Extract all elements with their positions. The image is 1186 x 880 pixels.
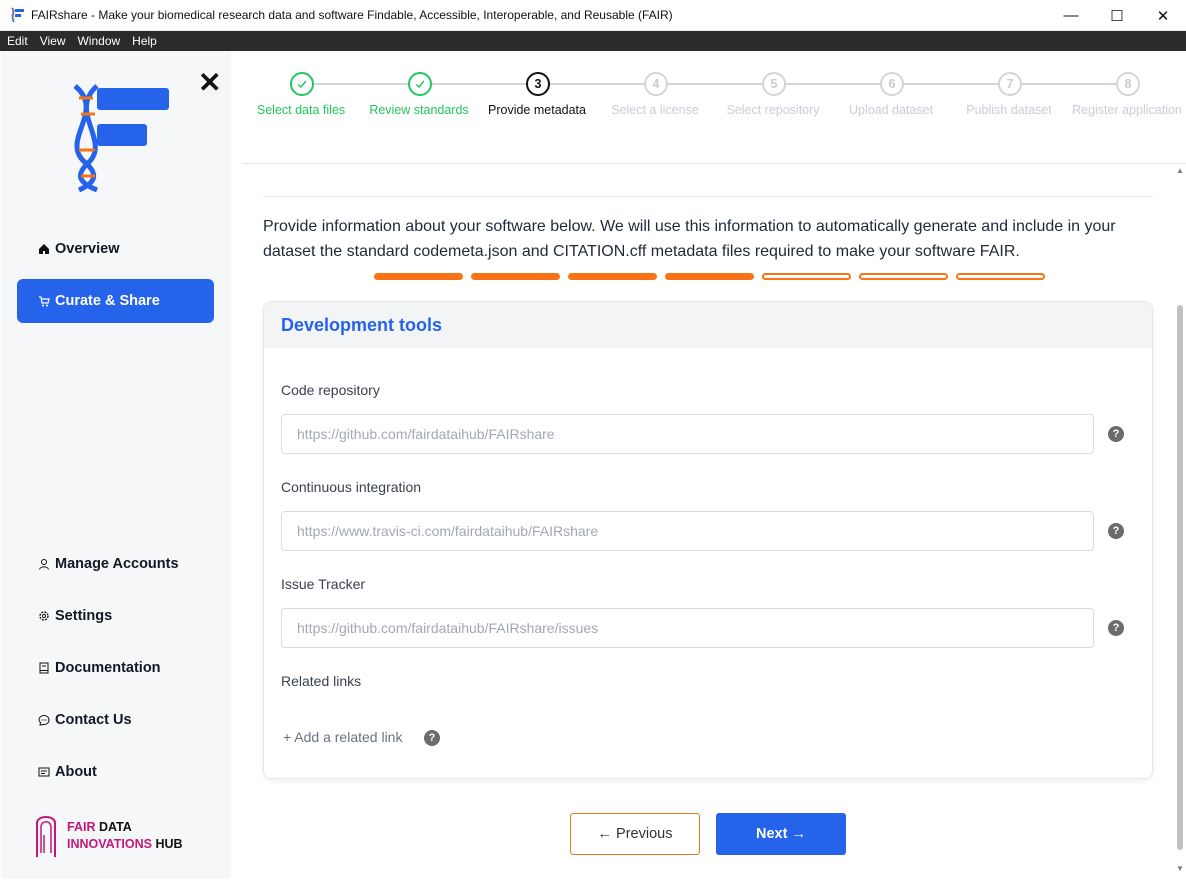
step-number: 5 — [762, 72, 786, 96]
step-label: Provide metadata — [488, 103, 586, 117]
window-title: FAIRshare - Make your biomedical researc… — [31, 8, 673, 22]
scroll-down-arrow-icon[interactable]: ▼ — [1176, 864, 1184, 873]
maximize-button[interactable]: ☐ — [1094, 0, 1140, 31]
check-icon — [290, 72, 314, 96]
menu-bar: Edit View Window Help — [0, 31, 1186, 51]
step-number: 8 — [1116, 72, 1140, 96]
progress-segment — [665, 273, 754, 280]
fair-data-innovations-hub-logo: FAIR DATA INNOVATIONS HUB — [33, 813, 183, 859]
issue-tracker-label: Issue Tracker — [281, 576, 366, 592]
nav-documentation[interactable]: Documentation — [17, 646, 214, 690]
development-tools-card: Development tools Code repository ? Cont… — [263, 301, 1153, 779]
continuous-integration-label: Continuous integration — [281, 479, 422, 495]
step-label: Select repository — [726, 103, 820, 117]
continuous-integration-input[interactable] — [281, 511, 1094, 551]
brand-data: DATA — [98, 820, 132, 834]
help-icon[interactable]: ? — [1108, 620, 1124, 636]
menu-edit[interactable]: Edit — [7, 34, 28, 48]
progress-stepper: Select data files Review standards 3 Pro… — [242, 51, 1186, 164]
progress-segment — [471, 273, 560, 280]
form-progress-bar — [374, 273, 1053, 280]
step-label: Upload dataset — [848, 103, 934, 117]
title-bar: FAIRshare - Make your biomedical researc… — [0, 0, 1186, 31]
help-icon[interactable]: ? — [1108, 426, 1124, 442]
card-title: Development tools — [264, 302, 1152, 348]
home-icon — [37, 243, 50, 256]
step-label: Review standards — [369, 103, 469, 117]
menu-help[interactable]: Help — [132, 34, 157, 48]
close-sidebar-icon[interactable]: ✕ — [198, 69, 221, 97]
progress-segment — [859, 273, 948, 280]
nav-settings-label: Settings — [55, 608, 113, 624]
brand-hub: HUB — [155, 837, 183, 851]
step-number: 6 — [880, 72, 904, 96]
nav-contact-us-label: Contact Us — [55, 712, 132, 728]
brand-fair: FAIR — [67, 820, 96, 834]
minimize-button[interactable]: — — [1048, 0, 1094, 31]
hub-mark-icon — [36, 816, 56, 857]
menu-view[interactable]: View — [40, 34, 66, 48]
nav-manage-accounts[interactable]: Manage Accounts — [17, 542, 214, 586]
nav-settings[interactable]: Settings — [17, 594, 214, 638]
sidebar: ✕ Overview Curate & Share Manage Account… — [1, 51, 231, 879]
help-icon[interactable]: ? — [1108, 523, 1124, 539]
issue-tracker-input[interactable] — [281, 608, 1094, 648]
nav-curate-share-label: Curate & Share — [55, 293, 160, 309]
step-number: 7 — [998, 72, 1022, 96]
nav-documentation-label: Documentation — [55, 660, 161, 676]
previous-button[interactable]: ← Previous — [570, 813, 700, 855]
step-label: Select a license — [611, 103, 699, 117]
nav-about[interactable]: About — [17, 750, 214, 794]
progress-segment — [956, 273, 1045, 280]
step-number: 3 — [526, 72, 550, 96]
book-icon — [37, 662, 50, 675]
nav-manage-accounts-label: Manage Accounts — [55, 556, 179, 572]
progress-segment — [568, 273, 657, 280]
app-icon — [11, 7, 24, 23]
gear-icon — [37, 610, 50, 623]
nav-curate-share[interactable]: Curate & Share — [17, 279, 214, 323]
brand-innovations: INNOVATIONS — [67, 837, 152, 851]
nav-about-label: About — [55, 764, 97, 780]
help-icon[interactable]: ? — [424, 730, 440, 746]
close-window-button[interactable]: ✕ — [1140, 0, 1186, 31]
nav-overview-label: Overview — [55, 241, 120, 257]
step-number: 4 — [644, 72, 668, 96]
progress-segment — [762, 273, 851, 280]
code-repository-label: Code repository — [281, 382, 380, 398]
step-label: Publish dataset — [966, 103, 1052, 117]
step-label: Register application — [1072, 103, 1182, 117]
add-related-link-button[interactable]: + Add a related link — [283, 729, 402, 745]
fairshare-logo — [73, 84, 169, 192]
code-repository-input[interactable] — [281, 414, 1094, 454]
step-label: Select data files — [256, 103, 346, 117]
cart-icon — [37, 295, 50, 308]
nav-overview[interactable]: Overview — [17, 227, 214, 271]
scrollbar-thumb[interactable] — [1177, 305, 1183, 850]
related-links-label: Related links — [281, 673, 362, 689]
progress-segment — [374, 273, 463, 280]
chat-icon — [37, 714, 50, 727]
intro-text: Provide information about your software … — [263, 218, 1116, 260]
info-card-icon — [37, 766, 50, 779]
scroll-up-arrow-icon[interactable]: ▲ — [1176, 166, 1184, 175]
divider — [263, 196, 1153, 197]
menu-window[interactable]: Window — [77, 34, 120, 48]
next-button[interactable]: Next → — [716, 813, 846, 855]
user-icon — [37, 558, 50, 571]
nav-contact-us[interactable]: Contact Us — [17, 698, 214, 742]
check-icon — [408, 72, 432, 96]
